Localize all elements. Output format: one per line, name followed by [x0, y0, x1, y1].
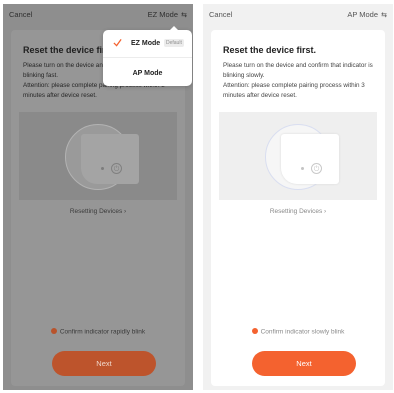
radio-selected-icon	[50, 328, 57, 334]
resetting-devices-label: Resetting Devices	[269, 208, 323, 215]
resetting-devices-link[interactable]: Resetting Devices ›	[11, 208, 185, 215]
ap-mode-screen: Cancel AP Mode ⇆ Reset the device first.…	[203, 4, 393, 390]
menu-item-label: AP Mode	[132, 70, 163, 77]
mode-dropdown-menu: EZ Mode Default AP Mode	[103, 26, 192, 86]
instruction-line: minutes after device reset.	[223, 92, 297, 99]
cancel-button[interactable]: Cancel	[209, 10, 232, 19]
swap-icon: ⇆	[181, 12, 187, 19]
mode-switch-button[interactable]: AP Mode ⇆	[347, 10, 387, 19]
indicator-light-icon	[101, 167, 104, 170]
instruction-line: minutes after device reset.	[23, 92, 97, 99]
device-illustration: ⏻	[219, 112, 377, 200]
menu-item-ez-mode[interactable]: EZ Mode Default	[103, 30, 192, 58]
indicator-light-icon	[301, 167, 304, 170]
ez-mode-screen: Cancel EZ Mode ⇆ Reset the device first.…	[3, 4, 193, 390]
mode-label: AP Mode	[347, 10, 379, 19]
next-button[interactable]: Next	[52, 351, 156, 376]
resetting-devices-link[interactable]: Resetting Devices ›	[211, 208, 385, 215]
content-card: Reset the device first. Please turn on t…	[211, 30, 385, 386]
mode-label: EZ Mode	[147, 10, 179, 19]
radio-selected-icon	[251, 328, 258, 334]
mode-switch-button[interactable]: EZ Mode ⇆	[148, 10, 187, 19]
menu-item-label: EZ Mode	[131, 40, 161, 47]
device-image: ⏻	[81, 134, 139, 184]
confirm-indicator-label: Confirm indicator rapidly blink	[59, 328, 146, 336]
menu-item-ap-mode[interactable]: AP Mode	[103, 58, 192, 86]
instruction-line: blinking slowly.	[223, 72, 265, 79]
top-bar: Cancel EZ Mode ⇆	[3, 4, 193, 24]
power-button-icon: ⏻	[311, 163, 322, 174]
swap-icon: ⇆	[381, 12, 387, 19]
confirm-indicator-option[interactable]: Confirm indicator slowly blink	[211, 328, 385, 336]
instruction-line: Please turn on the device and confirm th…	[223, 62, 373, 69]
power-button-icon: ⏻	[111, 163, 122, 174]
device-illustration: ⏻	[19, 112, 177, 200]
device-image: ⏻	[281, 134, 339, 184]
chevron-right-icon: ›	[124, 208, 127, 215]
chevron-right-icon: ›	[324, 208, 327, 215]
instructions: Please turn on the device and confirm th…	[223, 61, 381, 101]
top-bar: Cancel AP Mode ⇆	[203, 4, 393, 24]
instruction-line: Attention: please complete pairing proce…	[223, 82, 365, 89]
resetting-devices-label: Resetting Devices	[69, 208, 123, 215]
cancel-button[interactable]: Cancel	[9, 10, 32, 19]
next-button[interactable]: Next	[252, 351, 356, 376]
confirm-indicator-label: Confirm indicator slowly blink	[260, 328, 345, 336]
page-title: Reset the device first.	[223, 45, 317, 55]
confirm-indicator-option[interactable]: Confirm indicator rapidly blink	[11, 328, 185, 336]
default-badge: Default	[164, 39, 184, 47]
check-icon	[113, 38, 122, 47]
